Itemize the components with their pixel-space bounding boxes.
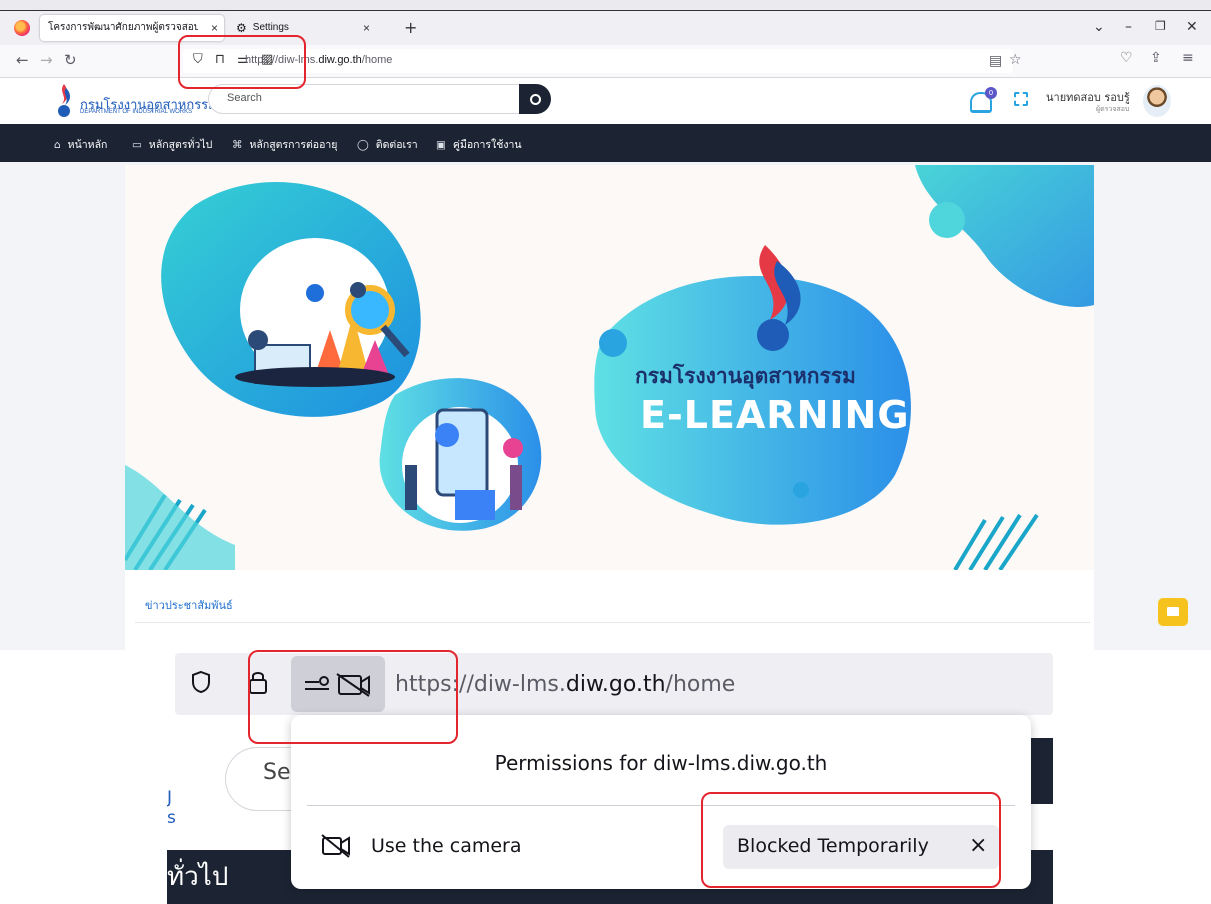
home-icon: ⌂: [54, 139, 61, 151]
search-placeholder: Search: [227, 92, 262, 104]
news-card: ข่าวประชาสัมพันธ์: [125, 570, 1094, 650]
highlight-box: [178, 35, 306, 89]
share-icon[interactable]: ⇪: [1150, 50, 1162, 66]
firefox-logo-icon: [14, 20, 30, 36]
browser-window: โครงการพัฒนาศักยภาพผู้ตรวจสอบเอก × ⚙ Set…: [0, 0, 1211, 650]
back-icon[interactable]: ←: [16, 51, 29, 69]
highlight-box: [248, 650, 458, 744]
tab-list-icon[interactable]: ⌄: [1093, 19, 1105, 35]
reload-icon[interactable]: ↻: [64, 51, 77, 69]
menu-item-manual[interactable]: ▣ คู่มือการใช้งาน: [436, 136, 522, 153]
book-icon: ▭: [132, 139, 142, 151]
tab-title: โครงการพัฒนาศักยภาพผู้ตรวจสอบเอก: [48, 22, 198, 33]
background-search-text: Se: [263, 760, 291, 785]
address-bar[interactable]: ⛉ ⊓ ⚌ ▨ https://diw-lms.diw.go.th/home ▤…: [183, 49, 1022, 73]
permission-label: Use the camera: [371, 835, 522, 857]
reader-mode-icon[interactable]: ▤: [989, 53, 1002, 69]
menu-icon[interactable]: ≡: [1182, 50, 1194, 66]
avatar[interactable]: [1143, 85, 1171, 117]
command-icon: ⌘: [232, 139, 243, 151]
main-menu: ⌂ หน้าหลัก ▭ หลักสูตรทั่วไป ⌘ หลักสูตรการต่…: [0, 124, 1211, 162]
menu-item-contact[interactable]: ◯ ติดต่อเรา: [357, 136, 418, 153]
close-window-icon[interactable]: ✕: [1186, 19, 1198, 35]
menu-item-home[interactable]: ⌂ หน้าหลัก: [54, 136, 107, 153]
logo-subname: DEPARTMENT OF INDUSTRIAL WORKS: [80, 109, 193, 115]
divider: [135, 622, 1090, 623]
menu-item-renewal-courses[interactable]: ⌘ หลักสูตรการต่ออายุ: [232, 136, 337, 153]
banner-illustration: [125, 165, 1094, 570]
menu-item-general-courses[interactable]: ▭ หลักสูตรทั่วไป: [132, 136, 212, 153]
background-menu-text: ทั่วไป: [167, 862, 229, 892]
background-logo-text: s: [167, 808, 176, 828]
zoomed-address-bar: https://diw-lms.diw.go.th/home Se J s ทั…: [167, 650, 1053, 904]
chat-icon: ◯: [357, 139, 369, 151]
search-icon: [530, 94, 541, 105]
manual-icon: ▣: [436, 139, 446, 151]
shield-icon[interactable]: [191, 670, 211, 694]
notification-badge: 0: [985, 87, 997, 99]
user-role: ผู้ตรวจสอบ: [1096, 105, 1130, 113]
new-tab-button[interactable]: +: [404, 18, 417, 37]
fullscreen-icon[interactable]: [1014, 92, 1028, 106]
bookmark-star-icon[interactable]: ☆: [1009, 52, 1022, 68]
diw-logo-icon[interactable]: [52, 82, 76, 118]
banner-subtitle: E-LEARNING: [640, 393, 910, 437]
minimize-icon[interactable]: –: [1125, 19, 1132, 35]
tab-close-icon[interactable]: ×: [363, 15, 370, 41]
chat-fab-button[interactable]: [1158, 598, 1188, 626]
news-heading[interactable]: ข่าวประชาสัมพันธ์: [145, 596, 233, 614]
background-logo-text: J: [167, 788, 173, 808]
highlight-box: [701, 792, 1001, 888]
tab-title: Settings: [252, 22, 289, 33]
banner-title: กรมโรงงานอุตสาหกรรม: [635, 364, 856, 388]
restore-icon[interactable]: ❐: [1155, 19, 1166, 33]
chat-icon: [1167, 607, 1179, 616]
e-learning-banner[interactable]: กรมโรงงานอุตสาหกรรม E-LEARNING: [125, 165, 1094, 570]
camera-blocked-icon: [321, 834, 350, 858]
notification-bell-icon[interactable]: 0: [968, 87, 997, 113]
popup-title: Permissions for diw-lms.diw.go.th: [494, 751, 828, 775]
pocket-icon[interactable]: ♡: [1120, 50, 1133, 66]
search-button[interactable]: [519, 84, 551, 114]
forward-icon[interactable]: →: [40, 51, 53, 69]
